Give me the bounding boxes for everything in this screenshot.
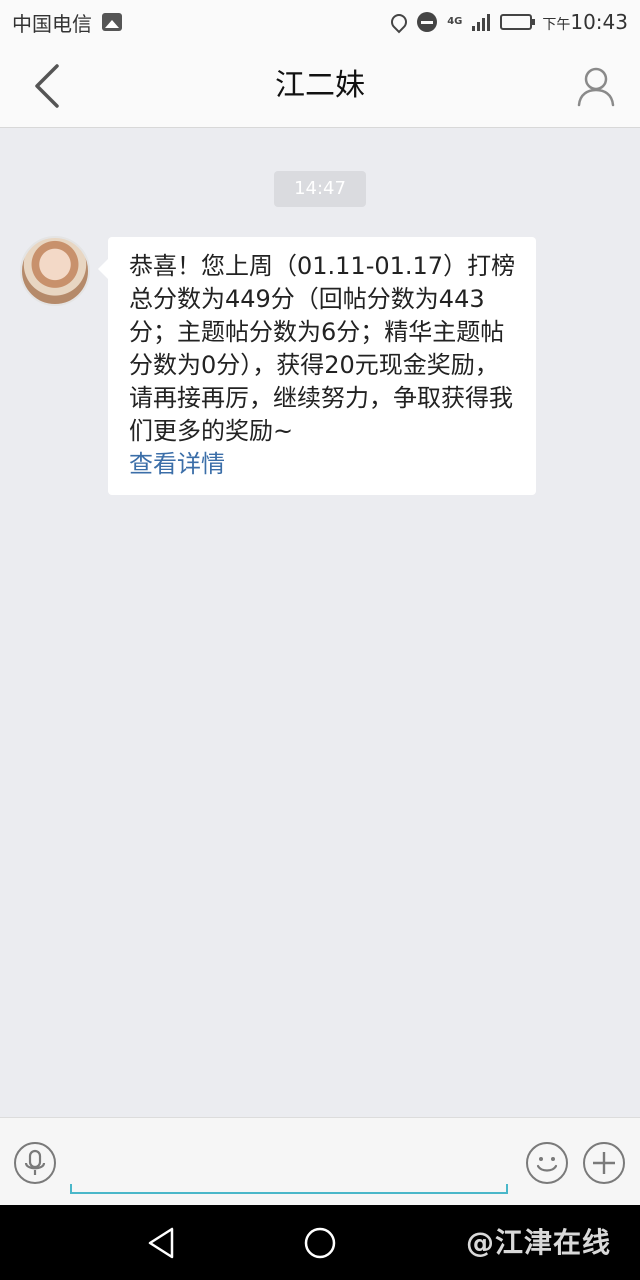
back-button[interactable]	[24, 62, 68, 110]
clock: 下午10:43	[542, 10, 628, 34]
profile-button[interactable]	[574, 64, 618, 108]
triangle-back-icon	[148, 1227, 174, 1259]
message-text: 恭喜！您上周（01.11-01.17）打榜总分数为449分（回帖分数为443分；…	[129, 252, 516, 445]
chevron-left-icon	[35, 64, 59, 108]
user-icon	[577, 67, 615, 107]
message-bubble[interactable]: 恭喜！您上周（01.11-01.17）打榜总分数为449分（回帖分数为443分；…	[98, 237, 536, 495]
system-home-button[interactable]	[300, 1223, 340, 1263]
input-edge-right	[506, 1184, 508, 1194]
carrier-name: 中国电信	[12, 11, 92, 36]
do-not-disturb-icon	[417, 12, 438, 32]
chat-area[interactable]: 14:47 恭喜！您上周（01.11-01.17）打榜总分数为449分（回帖分数…	[0, 129, 640, 1117]
status-bar: 中国电信 4G 下午10:43	[0, 0, 640, 44]
network-type-label: 4G	[447, 16, 463, 27]
watermark: @江津在线	[466, 1226, 612, 1259]
chat-title: 江二妹	[275, 68, 365, 103]
gallery-notification-icon	[102, 13, 122, 31]
view-details-link[interactable]: 查看详情	[129, 448, 516, 481]
system-navigation-bar: @江津在线	[0, 1205, 640, 1280]
system-back-button[interactable]	[142, 1223, 182, 1263]
message-input[interactable]	[70, 1148, 508, 1194]
chat-header: 江二妹	[0, 44, 640, 128]
location-icon	[387, 10, 411, 34]
input-bar	[0, 1117, 640, 1205]
signal-icon	[472, 13, 491, 31]
status-icons: 4G 下午10:43	[387, 10, 628, 34]
circle-home-icon	[304, 1227, 336, 1259]
voice-button[interactable]	[14, 1142, 56, 1184]
emoji-button[interactable]	[526, 1142, 568, 1184]
more-button[interactable]	[583, 1142, 625, 1184]
input-edge-left	[70, 1184, 72, 1194]
sender-avatar[interactable]	[20, 236, 90, 306]
emoji-icon	[536, 1157, 558, 1172]
battery-icon	[500, 14, 536, 30]
microphone-icon	[24, 1149, 46, 1175]
plus-icon	[593, 1152, 615, 1174]
message-timestamp: 14:47	[274, 171, 366, 207]
